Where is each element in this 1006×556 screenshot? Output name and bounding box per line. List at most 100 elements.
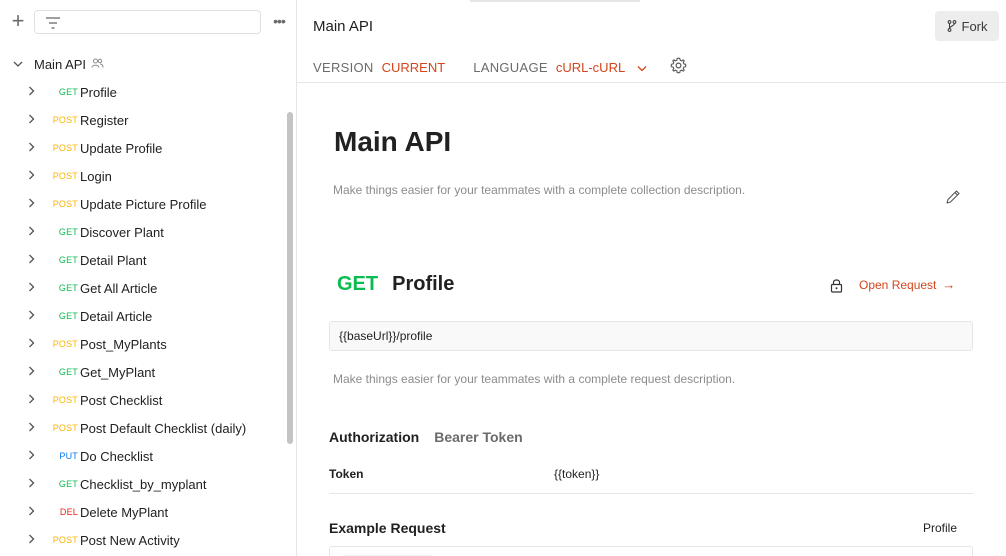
- more-options-icon[interactable]: •••: [268, 10, 290, 34]
- request-method-badge: POST: [52, 339, 78, 349]
- request-item-label: Profile: [80, 84, 117, 100]
- chevron-right-icon[interactable]: [28, 198, 38, 211]
- request-item-label: Post_MyPlants: [80, 336, 167, 352]
- request-item-label: Do Checklist: [80, 448, 153, 464]
- chevron-right-icon[interactable]: [28, 86, 38, 99]
- request-method-badge: POST: [52, 115, 78, 125]
- request-list: GET Profile POST Register POST Update Profile…: [0, 78, 285, 554]
- sidebar: + ••• Main API GET Profile POST Register…: [0, 0, 297, 556]
- arrow-right-icon: →: [942, 277, 956, 292]
- collection-name: Main API: [34, 56, 87, 72]
- token-value: {{token}}: [554, 467, 600, 481]
- version-label: VERSION: [313, 59, 374, 75]
- add-icon[interactable]: +: [8, 10, 28, 34]
- request-item-label: Detail Article: [80, 308, 153, 324]
- version-value[interactable]: CURRENT: [382, 60, 446, 75]
- request-item-label: Delete MyPlant: [80, 504, 169, 520]
- example-request-label: Example Request: [329, 520, 446, 536]
- collection-main-api[interactable]: Main API: [0, 50, 285, 78]
- collection-title: Main API: [334, 126, 452, 157]
- open-request-link[interactable]: Open Request →: [859, 277, 955, 292]
- sidebar-request-item[interactable]: POST Update Picture Profile: [0, 190, 285, 218]
- filter-input[interactable]: [34, 10, 261, 34]
- request-item-label: Get_MyPlant: [80, 364, 156, 380]
- sidebar-request-item[interactable]: POST Post_MyPlants: [0, 330, 285, 358]
- chevron-down-icon: [637, 60, 647, 75]
- request-method-badge: POST: [52, 199, 78, 209]
- chevron-right-icon[interactable]: [28, 534, 38, 547]
- sidebar-request-item[interactable]: GET Get All Article: [0, 274, 285, 302]
- request-item-label: Register: [80, 112, 129, 128]
- chevron-down-icon[interactable]: [13, 55, 23, 73]
- request-item-label: Login: [80, 168, 112, 184]
- request-method-badge: GET: [58, 87, 78, 97]
- request-item-label: Detail Plant: [80, 252, 147, 268]
- chevron-right-icon[interactable]: [28, 310, 38, 323]
- example-select[interactable]: Profile: [923, 521, 957, 535]
- sidebar-scrollbar[interactable]: [287, 112, 293, 444]
- chevron-right-icon[interactable]: [28, 506, 38, 519]
- request-method-badge: GET: [58, 479, 78, 489]
- lock-icon: [830, 278, 843, 298]
- sidebar-request-item[interactable]: POST Post New Activity: [0, 526, 285, 554]
- main-panel: Main API Fork VERSION CURRENT LANGUAGE c…: [297, 0, 1006, 556]
- authorization-row: Authorization Bearer Token: [329, 429, 523, 445]
- chevron-right-icon[interactable]: [28, 394, 38, 407]
- chevron-right-icon[interactable]: [28, 142, 38, 155]
- sidebar-request-item[interactable]: DEL Delete MyPlant: [0, 498, 285, 526]
- fork-button[interactable]: Fork: [935, 11, 999, 41]
- chevron-right-icon[interactable]: [28, 282, 38, 295]
- chevron-right-icon[interactable]: [28, 254, 38, 267]
- request-name: Profile: [392, 273, 455, 295]
- sidebar-request-item[interactable]: GET Detail Article: [0, 302, 285, 330]
- request-method-badge: POST: [52, 535, 78, 545]
- sidebar-request-item[interactable]: POST Update Profile: [0, 134, 285, 162]
- sidebar-request-item[interactable]: POST Post Default Checklist (daily): [0, 414, 285, 442]
- sidebar-request-item[interactable]: POST Register: [0, 106, 285, 134]
- page-title: Main API: [313, 18, 374, 35]
- request-item-label: Post Checklist: [80, 392, 163, 408]
- sidebar-request-item[interactable]: GET Profile: [0, 78, 285, 106]
- request-method-badge: GET: [58, 227, 78, 237]
- token-divider: [329, 493, 973, 494]
- request-item-label: Post Default Checklist (daily): [80, 420, 247, 436]
- chevron-right-icon[interactable]: [28, 450, 38, 463]
- request-method-badge: POST: [52, 143, 78, 153]
- chevron-right-icon[interactable]: [28, 422, 38, 435]
- chevron-right-icon[interactable]: [28, 170, 38, 183]
- request-url[interactable]: {{baseUrl}}/profile: [329, 321, 973, 351]
- sidebar-request-item[interactable]: GET Discover Plant: [0, 218, 285, 246]
- header-divider: [297, 82, 1006, 83]
- chevron-right-icon[interactable]: [28, 366, 38, 379]
- request-item-label: Update Picture Profile: [80, 196, 207, 212]
- language-label: LANGUAGE: [473, 59, 548, 75]
- request-method-badge: GET: [58, 255, 78, 265]
- sidebar-request-item[interactable]: POST Post Checklist: [0, 386, 285, 414]
- collection-description: Make things easier for your teammates wi…: [333, 183, 746, 197]
- chevron-right-icon[interactable]: [28, 114, 38, 127]
- chevron-right-icon[interactable]: [28, 478, 38, 491]
- example-code-box: [329, 546, 973, 556]
- authorization-label: Authorization: [329, 429, 420, 445]
- pencil-icon[interactable]: [945, 189, 961, 210]
- open-request-label: Open Request: [859, 277, 937, 292]
- fork-label: Fork: [961, 18, 988, 34]
- token-key: Token: [329, 467, 364, 481]
- request-item-label: Get All Article: [80, 280, 158, 296]
- sidebar-request-item[interactable]: GET Detail Plant: [0, 246, 285, 274]
- request-method-badge: POST: [52, 423, 78, 433]
- meta-row: VERSION CURRENT LANGUAGE cURL-cURL: [313, 58, 647, 76]
- fork-icon: [947, 20, 956, 32]
- sidebar-request-item[interactable]: GET Get_MyPlant: [0, 358, 285, 386]
- request-item-label: Checklist_by_myplant: [80, 476, 207, 492]
- language-select[interactable]: cURL-cURL: [556, 60, 647, 75]
- request-method-badge: PUT: [59, 451, 78, 461]
- authorization-type: Bearer Token: [434, 429, 523, 445]
- sidebar-request-item[interactable]: PUT Do Checklist: [0, 442, 285, 470]
- gear-icon[interactable]: [670, 57, 687, 79]
- sidebar-request-item[interactable]: POST Login: [0, 162, 285, 190]
- sidebar-request-item[interactable]: GET Checklist_by_myplant: [0, 470, 285, 498]
- chevron-right-icon[interactable]: [28, 338, 38, 351]
- chevron-right-icon[interactable]: [28, 226, 38, 239]
- request-method: GET: [337, 273, 379, 295]
